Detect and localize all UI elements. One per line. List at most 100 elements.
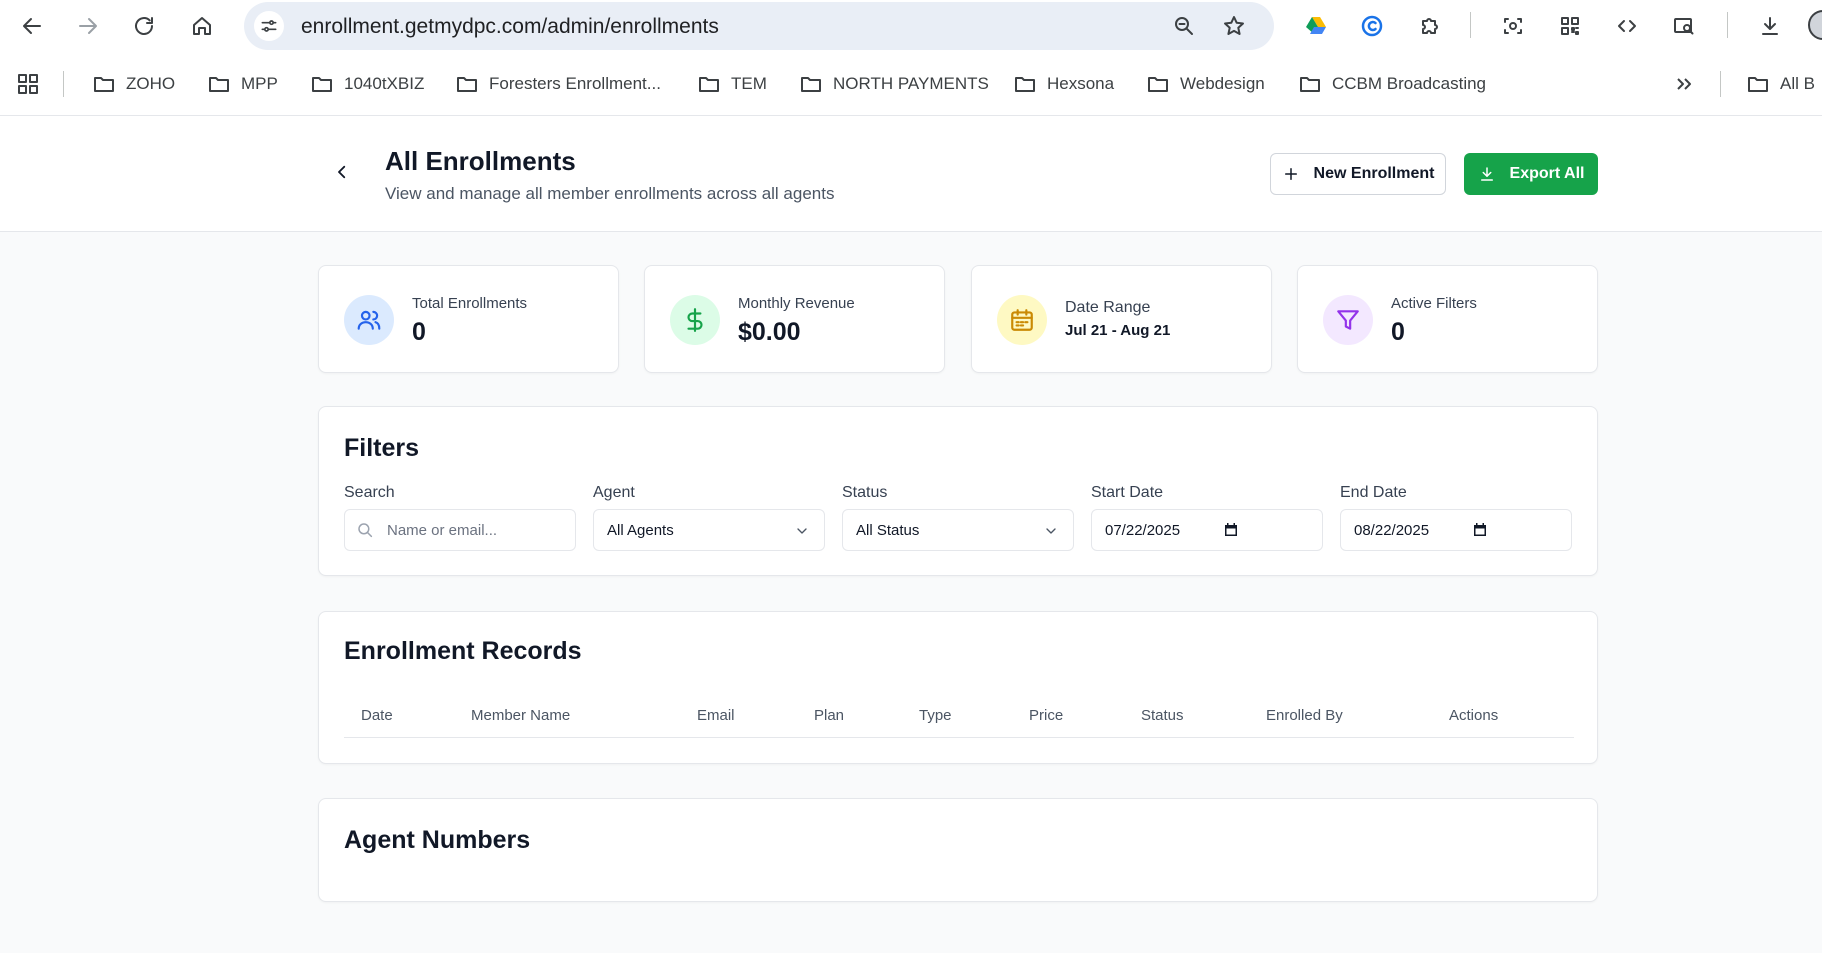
search-placeholder: Name or email... bbox=[387, 522, 498, 539]
bookmark-folder[interactable]: Foresters Enrollment... bbox=[455, 70, 661, 98]
stat-value: Jul 21 - Aug 21 bbox=[1065, 322, 1171, 339]
plus-icon bbox=[1284, 168, 1297, 180]
column-header-status[interactable]: Status bbox=[1141, 707, 1184, 724]
folder-icon bbox=[1148, 77, 1168, 92]
agent-select[interactable]: All Agents bbox=[593, 509, 825, 551]
zoom-icon[interactable] bbox=[1168, 10, 1200, 42]
search-icon bbox=[356, 521, 374, 539]
column-header-email[interactable]: Email bbox=[697, 707, 735, 724]
url-text[interactable]: enrollment.getmydpc.com/admin/enrollment… bbox=[301, 15, 719, 39]
column-header-price[interactable]: Price bbox=[1029, 707, 1063, 724]
end-date-label: End Date bbox=[1340, 484, 1407, 501]
page-title: All Enrollments bbox=[385, 146, 576, 176]
forward-arrow-icon[interactable] bbox=[72, 10, 104, 42]
search-input[interactable]: Name or email... bbox=[344, 509, 576, 551]
apps-grid-icon[interactable] bbox=[16, 70, 40, 98]
agent-select-value: All Agents bbox=[607, 522, 674, 539]
folder-icon bbox=[1300, 77, 1320, 92]
status-label: Status bbox=[842, 484, 888, 501]
stat-value: 0 bbox=[412, 318, 426, 346]
puzzle-icon[interactable] bbox=[1414, 10, 1446, 42]
bookmark-folder[interactable]: Webdesign bbox=[1146, 70, 1265, 98]
folder-icon bbox=[1748, 77, 1768, 92]
calendar-picker-icon[interactable] bbox=[1472, 522, 1488, 538]
start-date-input[interactable]: 07/22/2025 bbox=[1091, 509, 1323, 551]
calendar-icon bbox=[997, 295, 1047, 345]
back-arrow-icon[interactable] bbox=[16, 10, 48, 42]
bookmark-folder[interactable]: 1040tXBIZ bbox=[310, 70, 424, 98]
agent-numbers-title: Agent Numbers bbox=[344, 826, 531, 854]
filters-card: Filters Search Name or email... Agent Al… bbox=[318, 406, 1598, 576]
calendar-picker-icon[interactable] bbox=[1223, 522, 1239, 538]
dollar-icon bbox=[670, 295, 720, 345]
extension-c-icon[interactable] bbox=[1356, 10, 1388, 42]
column-header-plan[interactable]: Plan bbox=[814, 707, 844, 724]
screenshot-icon[interactable] bbox=[1497, 10, 1529, 42]
address-bar[interactable]: enrollment.getmydpc.com/admin/enrollment… bbox=[244, 2, 1274, 50]
folder-icon bbox=[94, 77, 114, 92]
column-header-enrolled-by[interactable]: Enrolled By bbox=[1266, 707, 1343, 724]
code-icon[interactable] bbox=[1611, 10, 1643, 42]
agent-label: Agent bbox=[593, 484, 635, 501]
bookmark-folder[interactable]: Hexsona bbox=[1013, 70, 1114, 98]
start-date-value: 07/22/2025 bbox=[1105, 522, 1181, 539]
bookmark-divider bbox=[1720, 71, 1721, 97]
page-header: All Enrollments View and manage all memb… bbox=[0, 116, 1822, 232]
stat-card-total-enrollments: Total Enrollments 0 bbox=[318, 265, 619, 373]
column-header-date[interactable]: Date bbox=[361, 707, 393, 724]
table-header-divider bbox=[344, 737, 1574, 738]
agent-numbers-card: Agent Numbers bbox=[318, 798, 1598, 902]
folder-icon bbox=[1015, 77, 1035, 92]
profile-avatar[interactable] bbox=[1808, 10, 1822, 40]
stat-card-active-filters: Active Filters 0 bbox=[1297, 265, 1598, 373]
bookmark-folder[interactable]: TEM bbox=[697, 70, 767, 98]
export-all-button[interactable]: Export All bbox=[1464, 153, 1598, 195]
end-date-input[interactable]: 08/22/2025 bbox=[1340, 509, 1572, 551]
site-settings-icon[interactable] bbox=[254, 11, 284, 41]
bookmark-divider bbox=[63, 71, 64, 97]
download-icon[interactable] bbox=[1754, 10, 1786, 42]
folder-icon bbox=[457, 77, 477, 92]
bookmark-folder[interactable]: NORTH PAYMENTS bbox=[799, 70, 989, 98]
bookmark-folder[interactable]: CCBM Broadcasting bbox=[1298, 70, 1486, 98]
star-icon[interactable] bbox=[1218, 10, 1250, 42]
column-header-actions: Actions bbox=[1449, 707, 1499, 724]
toolbar-divider bbox=[1727, 12, 1728, 38]
records-title: Enrollment Records bbox=[344, 637, 582, 665]
stat-value: 0 bbox=[1391, 318, 1405, 346]
more-bookmarks-icon[interactable] bbox=[1672, 70, 1696, 98]
google-drive-icon[interactable] bbox=[1300, 10, 1332, 42]
toolbar-divider bbox=[1470, 12, 1471, 38]
end-date-value: 08/22/2025 bbox=[1354, 522, 1430, 539]
status-select[interactable]: All Status bbox=[842, 509, 1074, 551]
column-header-member-name[interactable]: Member Name bbox=[471, 707, 570, 724]
stat-label: Active Filters bbox=[1391, 295, 1477, 312]
reload-icon[interactable] bbox=[128, 10, 160, 42]
chevron-down-icon bbox=[1043, 523, 1059, 539]
stat-card-monthly-revenue: Monthly Revenue $0.00 bbox=[644, 265, 945, 373]
users-icon bbox=[344, 295, 394, 345]
stat-label: Date Range bbox=[1065, 299, 1151, 316]
chevron-left-icon[interactable] bbox=[330, 160, 354, 184]
filter-icon bbox=[1323, 295, 1373, 345]
new-enrollment-button[interactable]: New Enrollment bbox=[1270, 153, 1446, 195]
folder-icon bbox=[209, 77, 229, 92]
bookmark-folder[interactable]: ZOHO bbox=[92, 70, 175, 98]
page-subtitle: View and manage all member enrollments a… bbox=[385, 184, 835, 203]
home-icon[interactable] bbox=[186, 10, 218, 42]
column-header-type[interactable]: Type bbox=[919, 707, 952, 724]
download-icon bbox=[1480, 167, 1493, 181]
browser-toolbar: enrollment.getmydpc.com/admin/enrollment… bbox=[0, 0, 1822, 52]
start-date-label: Start Date bbox=[1091, 484, 1164, 501]
filters-title: Filters bbox=[344, 434, 420, 462]
bookmark-folder[interactable]: MPP bbox=[207, 70, 278, 98]
search-page-icon[interactable] bbox=[1668, 10, 1700, 42]
qr-code-icon[interactable] bbox=[1554, 10, 1586, 42]
status-select-value: All Status bbox=[856, 522, 920, 539]
folder-icon bbox=[312, 77, 332, 92]
enrollment-records-card: Enrollment Records Date Member Name Emai… bbox=[318, 611, 1598, 764]
chevron-down-icon bbox=[794, 523, 810, 539]
stat-label: Monthly Revenue bbox=[738, 295, 855, 312]
all-bookmarks[interactable]: All B bbox=[1746, 70, 1815, 98]
stat-card-date-range: Date Range Jul 21 - Aug 21 bbox=[971, 265, 1272, 373]
